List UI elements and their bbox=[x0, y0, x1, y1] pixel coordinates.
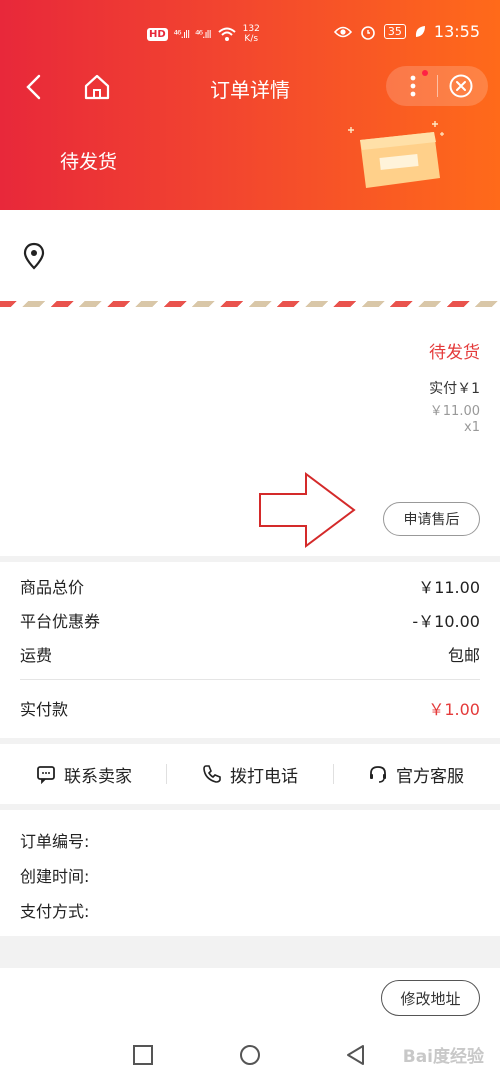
nav-bar: 订单详情 bbox=[0, 62, 500, 112]
apply-after-sale-button[interactable]: 申请售后 bbox=[383, 502, 480, 536]
modify-address-button[interactable]: 修改地址 bbox=[381, 980, 480, 1016]
fee-value: -￥10.00 bbox=[412, 612, 480, 631]
contact-seller-label: 联系卖家 bbox=[64, 766, 132, 787]
payment-method-label: 支付方式: bbox=[20, 902, 90, 921]
alarm-icon bbox=[361, 25, 375, 40]
total-label: 实付款 bbox=[20, 700, 69, 719]
watermark: Bai度经验 bbox=[402, 1047, 484, 1067]
fee-divider bbox=[20, 679, 480, 680]
eye-icon bbox=[333, 26, 352, 37]
fee-label: 运费 bbox=[20, 646, 53, 665]
call-phone-label: 拨打电话 bbox=[230, 766, 298, 787]
goods-original-price: ￥11.00 bbox=[429, 404, 480, 419]
fee-label: 平台优惠券 bbox=[20, 612, 101, 631]
order-info-card: 订单编号: 创建时间: 支付方式: bbox=[0, 810, 500, 936]
bottom-action-bar: 修改地址 bbox=[0, 968, 500, 1024]
speed-unit: K/s bbox=[244, 34, 259, 44]
notification-dot bbox=[422, 70, 428, 76]
home-circle-icon[interactable] bbox=[239, 1044, 261, 1066]
fee-row-shipping: 运费 包邮 bbox=[20, 639, 480, 669]
network-speed: 132 K/s bbox=[243, 24, 260, 44]
fee-value: ￥11.00 bbox=[418, 578, 480, 597]
status-left: HD ⁴⁶.ıll ⁴⁶.ıll 132 K/s bbox=[147, 24, 260, 44]
leaf-icon bbox=[415, 25, 425, 37]
headset-icon bbox=[370, 766, 386, 783]
fee-summary-card: 商品总价 ￥11.00 平台优惠券 -￥10.00 运费 包邮 实付款 ￥1.0… bbox=[0, 562, 500, 738]
created-time-label: 创建时间: bbox=[20, 867, 90, 886]
goods-paid-price: 实付￥1 bbox=[429, 381, 480, 397]
order-number-label: 订单编号: bbox=[20, 832, 90, 851]
goods-status: 待发货 bbox=[429, 343, 480, 363]
system-nav-bar: Bai度经验 bbox=[0, 1024, 500, 1084]
goods-card[interactable]: 待发货 实付￥1 ￥11.00 x1 申请售后 bbox=[0, 316, 500, 556]
fee-row-coupon: 平台优惠券 -￥10.00 bbox=[20, 605, 480, 635]
capsule-divider bbox=[437, 75, 438, 97]
contact-divider bbox=[166, 764, 167, 784]
official-service-button[interactable]: 官方客服 bbox=[368, 744, 464, 804]
speed-value: 132 bbox=[242, 24, 260, 34]
more-options-icon[interactable] bbox=[400, 72, 426, 100]
back-triangle-icon[interactable] bbox=[345, 1044, 367, 1066]
total-value: ￥1.00 bbox=[428, 700, 480, 719]
address-stripe-divider bbox=[0, 301, 500, 307]
location-pin-icon bbox=[23, 242, 45, 270]
recent-apps-icon[interactable] bbox=[132, 1044, 154, 1066]
battery-indicator: 35 bbox=[383, 24, 406, 39]
phone-icon bbox=[203, 765, 221, 783]
contact-bar: 联系卖家 拨打电话 官方客服 bbox=[0, 744, 500, 804]
call-phone-button[interactable]: 拨打电话 bbox=[202, 744, 298, 804]
right-arrow-annotation-icon bbox=[259, 472, 356, 548]
package-box-icon bbox=[348, 121, 444, 188]
status-bar: HD ⁴⁶.ıll ⁴⁶.ıll 132 K/s 35 13:55 bbox=[0, 22, 500, 50]
goods-quantity: x1 bbox=[464, 420, 480, 435]
fee-value: 包邮 bbox=[447, 646, 480, 665]
clock-time: 13:55 bbox=[433, 22, 480, 41]
signal-icon: ⁴⁶.ıll bbox=[173, 27, 191, 41]
order-header: HD ⁴⁶.ıll ⁴⁶.ıll 132 K/s 35 13:55 订单详情 待… bbox=[0, 0, 500, 210]
fee-label: 商品总价 bbox=[20, 578, 85, 597]
miniapp-capsule bbox=[386, 66, 488, 106]
fee-row-total: 实付款 ￥1.00 bbox=[20, 693, 480, 723]
contact-divider bbox=[333, 764, 334, 784]
chat-icon bbox=[37, 766, 55, 784]
fee-row-subtotal: 商品总价 ￥11.00 bbox=[20, 571, 480, 601]
contact-seller-button[interactable]: 联系卖家 bbox=[36, 744, 132, 804]
close-icon[interactable] bbox=[448, 73, 474, 99]
hd-badge: HD bbox=[147, 27, 168, 41]
address-card[interactable] bbox=[0, 210, 500, 316]
official-service-label: 官方客服 bbox=[396, 766, 464, 787]
wifi-icon bbox=[217, 27, 236, 41]
order-status-banner: 待发货 bbox=[60, 151, 118, 173]
status-right: 35 13:55 bbox=[333, 22, 480, 41]
signal-icon: ⁴⁶.ıll bbox=[195, 27, 212, 41]
